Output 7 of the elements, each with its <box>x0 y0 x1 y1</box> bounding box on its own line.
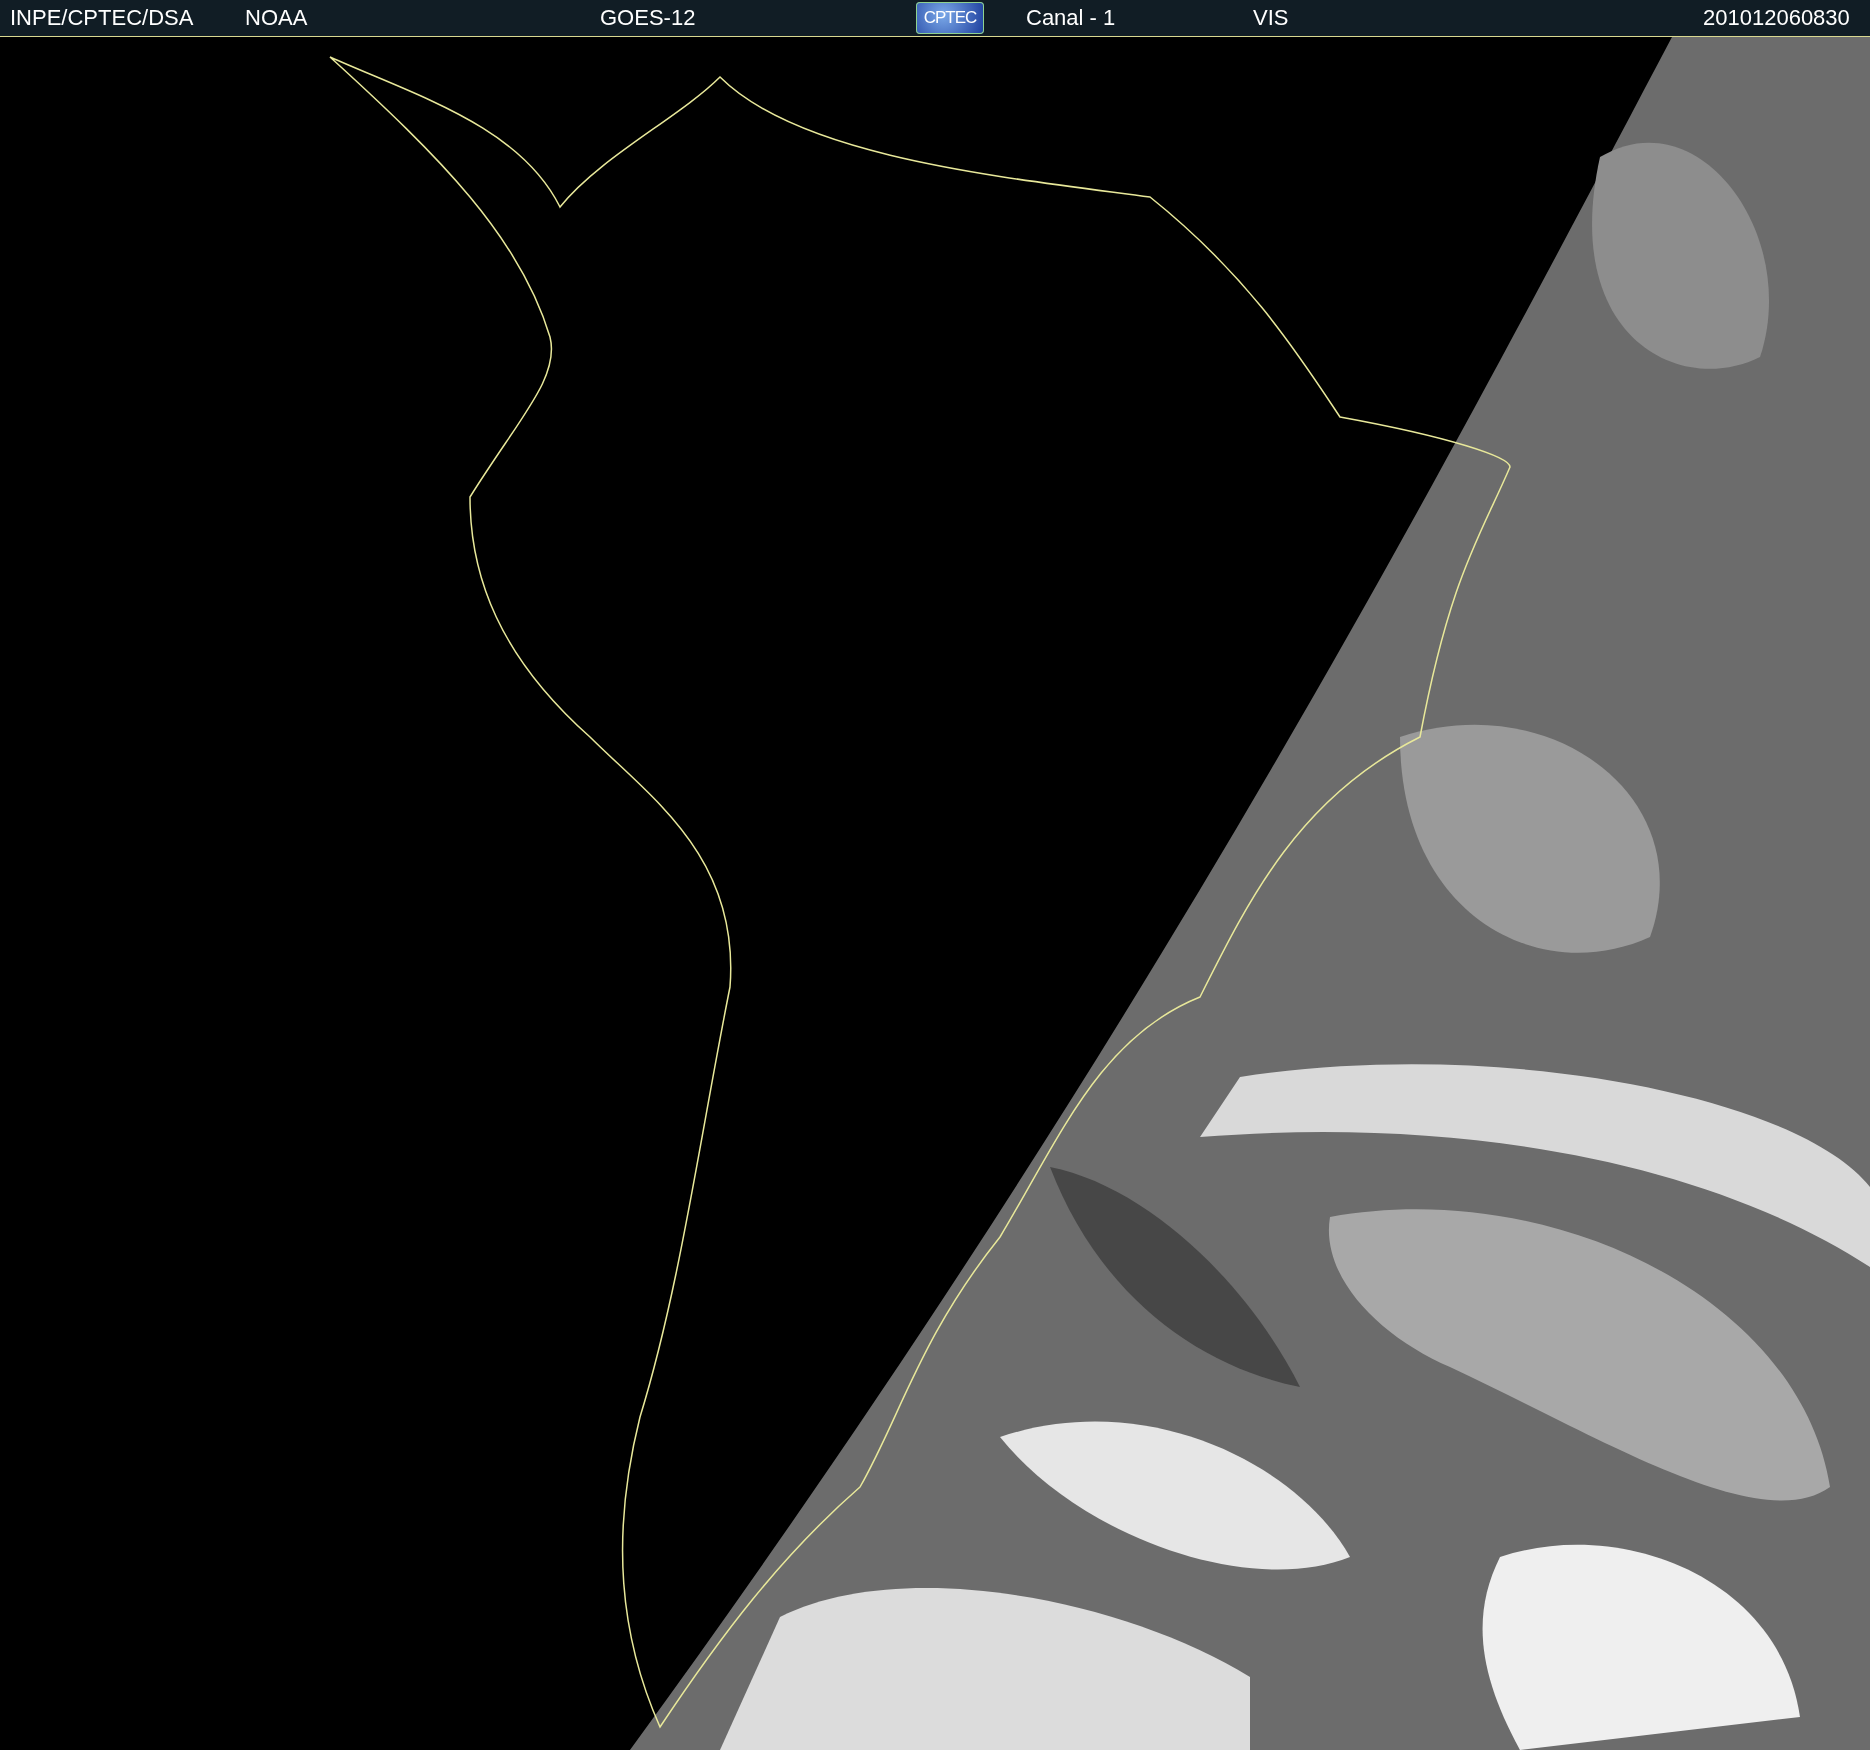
agency-label: INPE/CPTEC/DSA <box>9 5 195 31</box>
timestamp-label: 201012060830 <box>1702 5 1851 31</box>
satellite-label: GOES-12 <box>599 5 697 31</box>
channel-label: Canal - 1 <box>1025 5 1117 31</box>
logo: CPTEC <box>916 2 984 34</box>
source-label: NOAA <box>244 5 309 31</box>
band-label: VIS <box>1252 5 1290 31</box>
